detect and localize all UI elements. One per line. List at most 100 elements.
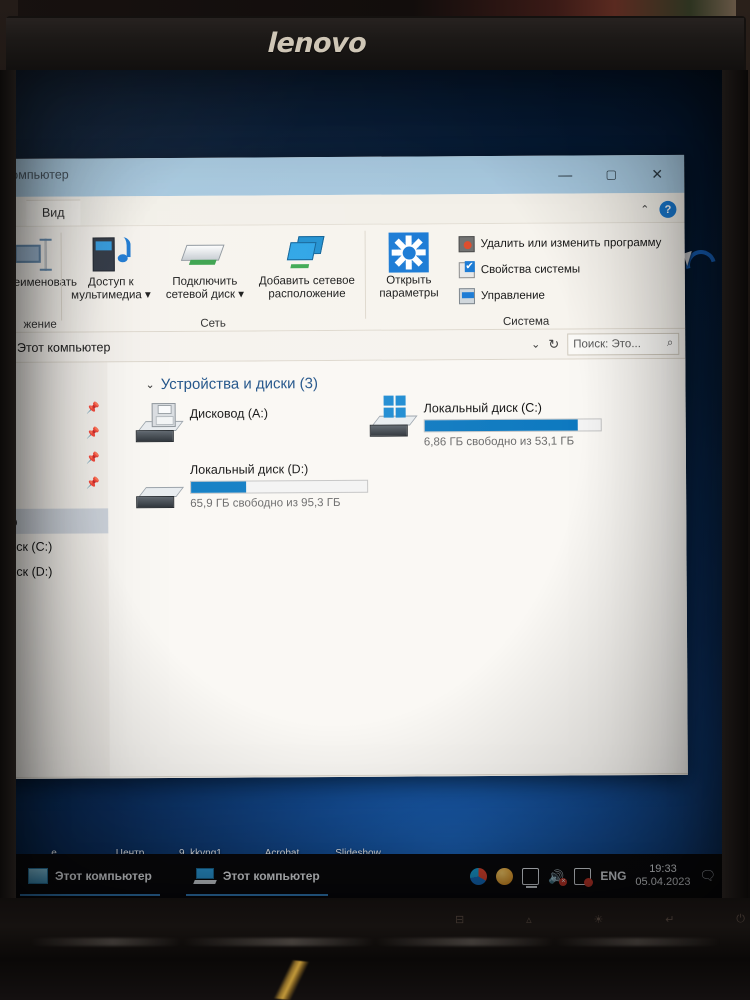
display-alert-icon[interactable] (574, 867, 594, 887)
tab-view[interactable]: Вид (25, 199, 81, 226)
clock[interactable]: 19:33 05.04.2023 (635, 863, 690, 889)
drive-capacity-bar (190, 479, 369, 494)
breadcrumb-this-pc[interactable]: Этот компьютер (17, 340, 111, 355)
map-drive-label-line1: Подключить (172, 275, 238, 288)
pin-icon: 📌 (85, 402, 100, 415)
nav-item-local-disk-d[interactable]: ый диск (D:) (16, 558, 109, 584)
monitor-right-bezel (722, 70, 748, 905)
drive-capacity-bar (423, 418, 602, 433)
navigation-pane[interactable]: ступ тол 📌 📌 ы 📌 ения (16, 362, 110, 778)
clock-date: 05.04.2023 (635, 876, 691, 888)
ribbon-group-network-label: Сеть (200, 317, 226, 330)
folder-icon (28, 868, 48, 884)
address-bar[interactable]: › Этот компьютер ⌄ ↻ Поиск: Это... ⌕ (16, 328, 686, 364)
nav-item-pictures[interactable]: ения 📌 (16, 470, 108, 496)
drive-tile-c[interactable]: Локальный диск (C:) 6,86 ГБ свободно из … (368, 395, 602, 449)
content-pane[interactable]: ⌄ Устройства и диски (3) Дисковод (A:) Л… (107, 358, 688, 777)
pin-icon: 📌 (86, 427, 100, 440)
group-header-label: Устройства и диски (3) (160, 375, 319, 394)
lenovo-logo: lenovo (267, 27, 367, 59)
add-network-location-button[interactable]: Добавить сетевое расположение (253, 231, 361, 302)
map-network-drive-icon (159, 231, 251, 276)
system-properties-icon (458, 262, 475, 279)
monitor-osd-buttons[interactable]: ⊟ ▵ ☀ ↵ ⏻ (455, 905, 745, 933)
clock-time: 19:33 (649, 863, 677, 875)
window-title-bar[interactable]: тот компьютер — ▢ ✕ (16, 154, 685, 198)
tab-computer[interactable]: тер (16, 201, 26, 226)
floppy-drive-icon (134, 402, 190, 443)
ribbon[interactable]: Переименовать жение Доступ к мультимедиа… (16, 222, 686, 334)
map-drive-label-line2: сетевой диск ▾ (165, 288, 245, 302)
close-button[interactable]: ✕ (634, 155, 680, 193)
nav-item-documents[interactable]: ы 📌 (16, 445, 108, 471)
media-access-label-line2: мультимедиа ▾ (71, 289, 151, 302)
taskbar-active-underline (20, 894, 160, 896)
nav-item-quick-access[interactable]: ступ (16, 370, 108, 396)
manage-label: Управление (480, 289, 545, 303)
ribbon-group-system: Открыть параметры Удалить или изменить п… (367, 223, 686, 331)
nav-item-desktop[interactable]: тол 📌 (16, 395, 108, 421)
uninstall-program-button[interactable]: Удалить или изменить программу (458, 235, 662, 253)
photo-scene: lenovo е Центр решений HP 9_kkvnq1.... A… (0, 0, 750, 1000)
manage-button[interactable]: Управление (458, 288, 545, 305)
ribbon-group-network: Доступ к мультимедиа ▾ Подключить сетево… (63, 225, 364, 333)
language-indicator[interactable]: ENG (600, 869, 626, 883)
taskbar-active-underline (185, 894, 328, 896)
chevron-down-icon[interactable]: ⌄ (145, 378, 154, 391)
taskbar-item-label: Этот компьютер (55, 869, 152, 883)
media-access-button[interactable]: Доступ к мультимедиа ▾ (65, 232, 157, 303)
file-explorer-window[interactable]: тот компьютер — ▢ ✕ тер Вид ⌃ ? (16, 154, 688, 780)
osd-power-icon[interactable]: ⏻ (736, 913, 745, 926)
nav-item-local-disk-c[interactable]: ый диск (C:) (16, 533, 109, 559)
speaker-muted-icon[interactable]: 🔊 × (548, 868, 568, 886)
osd-input-icon[interactable]: ⊟ (455, 913, 464, 926)
hard-drive-icon (134, 461, 190, 510)
minimize-button[interactable]: — (542, 155, 588, 193)
search-icon: ⌕ (666, 336, 674, 349)
maximize-button[interactable]: ▢ (588, 155, 634, 193)
nav-item-label: ый диск (C:) (16, 539, 53, 554)
osd-menu-icon[interactable]: ▵ (526, 913, 532, 926)
nav-item-downloads[interactable]: 📌 (16, 420, 108, 446)
ribbon-right-controls: ⌃ ? (640, 200, 677, 218)
osd-ok-icon[interactable]: ↵ (665, 913, 674, 926)
network-icon[interactable] (522, 867, 540, 888)
help-button[interactable]: ? (659, 200, 677, 218)
add-netloc-label-line2: расположение (268, 287, 346, 301)
open-settings-button[interactable]: Открыть параметры (367, 230, 451, 301)
map-network-drive-button[interactable]: Подключить сетевой диск ▾ (159, 231, 251, 302)
pin-icon: 📌 (86, 477, 101, 490)
drive-name: Дисковод (A:) (189, 406, 269, 421)
manage-icon (458, 288, 476, 305)
system-tray[interactable]: 🔊 × ENG 19:33 05.04.2023 🗨 (470, 863, 716, 889)
refresh-icon[interactable]: ↻ (548, 336, 559, 352)
nav-item-this-pc[interactable]: ьютер (16, 508, 109, 535)
taskbar[interactable]: Этот компьютер Этот компьютер 🔊 × ENG 19:… (16, 854, 722, 898)
monitor-screen: е Центр решений HP 9_kkvnq1.... Acrobat … (16, 70, 722, 898)
collapse-ribbon-icon[interactable]: ⌃ (640, 203, 649, 216)
search-input[interactable]: Поиск: Это... ⌕ (567, 332, 680, 356)
chevron-down-icon[interactable]: ⌄ (531, 338, 540, 351)
ribbon-tab-bar[interactable]: тер Вид ⌃ ? (16, 192, 685, 228)
group-header-devices-and-drives[interactable]: ⌄ Устройства и диски (3) (107, 373, 685, 394)
drive-tile-a[interactable]: Дисковод (A:) (134, 402, 269, 443)
bezel-reflection (30, 938, 720, 946)
osd-brightness-icon[interactable]: ☀ (593, 913, 603, 926)
system-properties-label: Свойства системы (480, 263, 581, 277)
amber-circle-icon[interactable] (496, 867, 514, 885)
address-bar-right: ⌄ ↻ Поиск: Это... ⌕ (531, 332, 680, 356)
drive-tile-d[interactable]: Локальный диск (D:) 65,9 ГБ свободно из … (134, 460, 369, 510)
ribbon-group-system-label: Система (502, 315, 550, 328)
edge-icon[interactable] (470, 867, 488, 885)
open-settings-label-line2: параметры (379, 287, 439, 300)
pin-icon: 📌 (86, 452, 100, 465)
add-netloc-label-line1: Добавить сетевое (258, 274, 355, 288)
notification-icon[interactable]: 🗨 (699, 868, 716, 884)
drive-capacity-text: 6,86 ГБ свободно из 53,1 ГБ (423, 435, 575, 449)
this-pc-icon (193, 868, 217, 884)
taskbar-item-this-pc-2[interactable]: Этот компьютер (182, 854, 332, 898)
taskbar-item-this-pc-1[interactable]: Этот компьютер (16, 854, 164, 898)
system-properties-button[interactable]: Свойства системы (458, 261, 581, 279)
monitor-left-bezel (0, 70, 16, 905)
